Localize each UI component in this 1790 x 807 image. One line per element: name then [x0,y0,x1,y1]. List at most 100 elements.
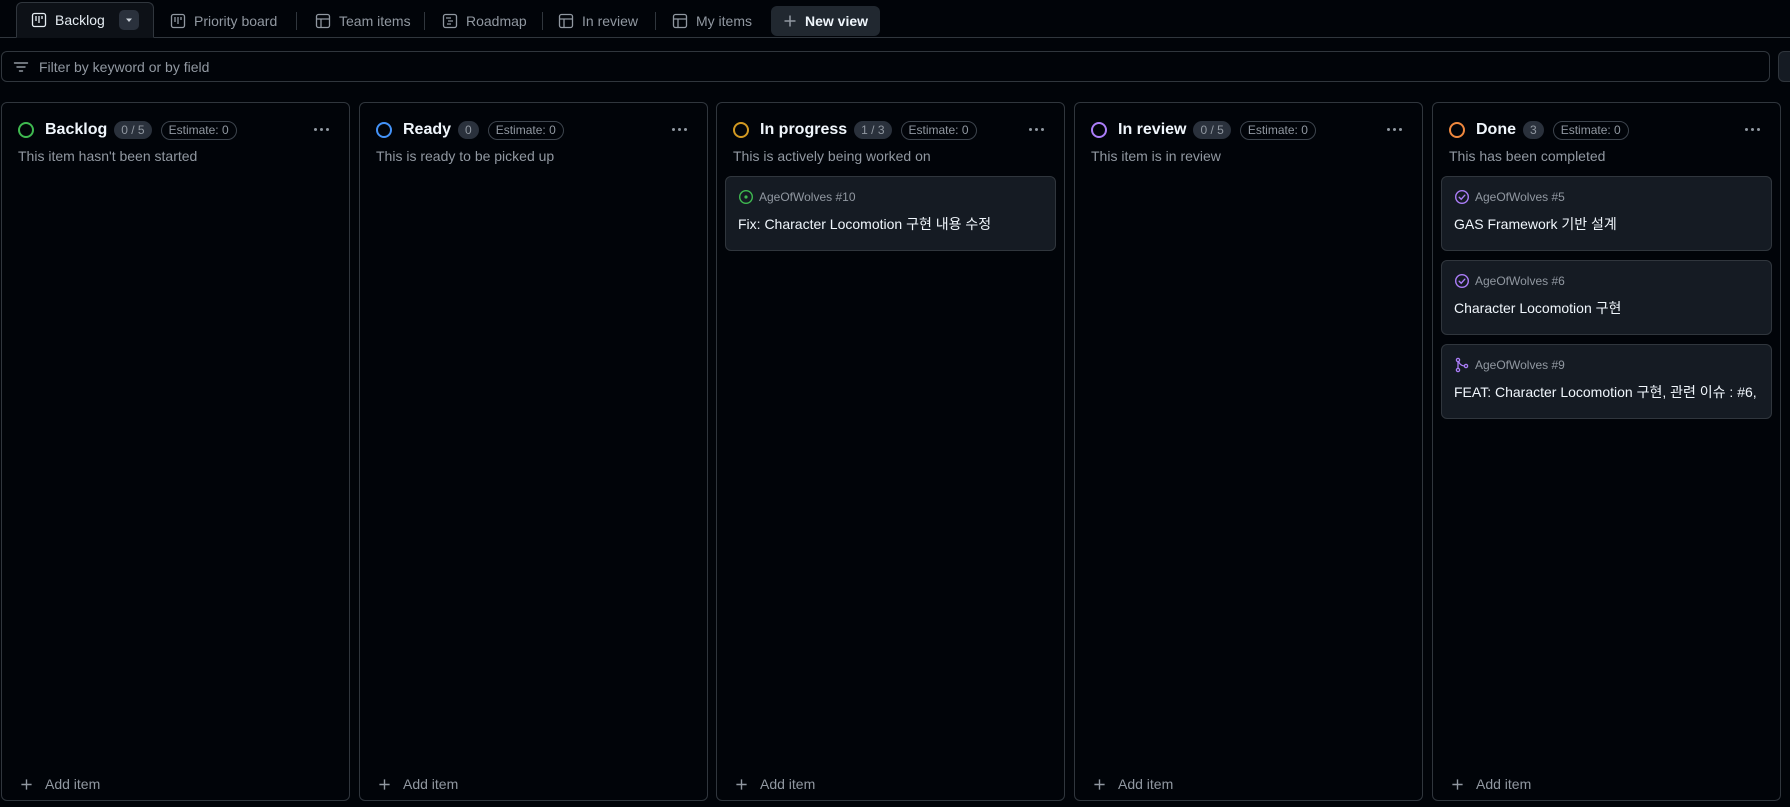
estimate-badge: Estimate: 0 [487,120,564,140]
filter-input[interactable]: Filter by keyword or by field [1,51,1770,82]
add-item-button[interactable]: Add item [378,776,458,792]
card-meta: AgeOfWolves #5 [1454,189,1565,205]
plus-icon [1094,778,1105,790]
column-header: Backlog 0 / 5 Estimate: 0 [18,117,335,143]
add-item-button[interactable]: Add item [735,776,815,792]
card-meta: AgeOfWolves #9 [1454,357,1565,373]
view-tab-bar: Backlog Priority board Team items Roadma… [0,0,1790,38]
plus-icon [1452,778,1463,790]
card-repo-ref[interactable]: AgeOfWolves #9 [1475,358,1565,372]
card-title[interactable]: Character Locomotion 구현 [1454,298,1761,318]
status-circle-icon [1449,122,1465,138]
add-item-label: Add item [1118,776,1174,792]
tab-backlog[interactable]: Backlog [16,2,154,38]
estimate-badge: Estimate: 0 [1239,120,1316,140]
add-item-button[interactable]: Add item [1093,776,1173,792]
tab-divider [542,12,543,30]
filter-placeholder: Filter by keyword or by field [39,58,210,75]
tab-my-items[interactable]: My items [660,5,764,37]
tab-roadmap[interactable]: Roadmap [430,5,539,37]
column-description: This item hasn't been started [18,148,198,164]
card-meta: AgeOfWolves #6 [1454,273,1565,289]
card-repo-ref[interactable]: AgeOfWolves #5 [1475,190,1565,204]
column-header: Done 3 Estimate: 0 [1449,117,1766,143]
column-description: This item is in review [1091,148,1221,164]
table-icon [558,13,574,29]
caret-down-icon [125,18,132,22]
column-title: In review [1118,121,1187,138]
column-in-progress: In progress 1 / 3 Estimate: 0 This is ac… [716,102,1065,801]
status-circle-icon [733,122,749,138]
plus-icon [736,778,747,790]
column-menu-button[interactable] [665,117,693,141]
add-item-label: Add item [760,776,816,792]
plus-icon [784,15,796,27]
closed-issue-icon [1454,273,1470,289]
card-meta: AgeOfWolves #10 [738,189,856,205]
estimate-badge: Estimate: 0 [900,120,977,140]
column-header: Ready 0 Estimate: 0 [376,117,693,143]
plus-icon [21,778,32,790]
tab-options-button[interactable] [118,10,139,30]
tab-label: My items [696,13,752,29]
board-icon [31,12,47,28]
card-title[interactable]: Fix: Character Locomotion 구현 내용 수정 [738,214,1045,234]
roadmap-icon [442,13,458,29]
column-ready: Ready 0 Estimate: 0 This is ready to be … [359,102,708,801]
item-count-badge: 0 / 5 [114,121,152,139]
column-menu-button[interactable] [307,117,335,141]
column-title: Ready [403,121,452,138]
board-icon [170,13,186,29]
column-description: This is actively being worked on [733,148,931,164]
closed-issue-icon [1454,189,1470,205]
card-title[interactable]: FEAT: Character Locomotion 구현, 관련 이슈 : #… [1454,382,1761,402]
column-done: Done 3 Estimate: 0 This has been complet… [1432,102,1781,801]
table-icon [672,13,688,29]
new-view-button[interactable]: New view [771,6,881,36]
table-icon [315,13,331,29]
merged-pr-icon [1455,357,1469,373]
status-circle-icon [1091,122,1107,138]
issue-card[interactable]: AgeOfWolves #10 Fix: Character Locomotio… [725,176,1056,251]
column-in-review: In review 0 / 5 Estimate: 0 This item is… [1074,102,1423,801]
card-title[interactable]: GAS Framework 기반 설계 [1454,214,1761,234]
tab-label: Roadmap [466,13,527,29]
column-menu-button[interactable] [1022,117,1050,141]
item-count-badge: 3 [1523,121,1544,139]
tab-priority-board[interactable]: Priority board [158,5,289,37]
issue-card[interactable]: AgeOfWolves #6 Character Locomotion 구현 [1441,260,1772,335]
tab-divider [424,12,425,30]
column-description: This has been completed [1449,148,1606,164]
estimate-badge: Estimate: 0 [160,120,237,140]
tab-team-items[interactable]: Team items [303,5,423,37]
estimate-badge: Estimate: 0 [1552,120,1629,140]
status-circle-icon [18,122,34,138]
new-view-label: New view [805,13,869,29]
column-description: This is ready to be picked up [376,148,555,164]
tab-label: Backlog [55,12,105,28]
add-item-label: Add item [403,776,459,792]
tab-label: In review [582,13,639,29]
tab-divider [296,12,297,30]
open-issue-icon [738,189,754,205]
column-backlog: Backlog 0 / 5 Estimate: 0 This item hasn… [1,102,350,801]
add-item-button[interactable]: Add item [20,776,100,792]
filter-options-button[interactable] [1778,51,1790,82]
tab-label: Team items [339,13,411,29]
add-item-label: Add item [45,776,101,792]
add-item-label: Add item [1476,776,1532,792]
card-repo-ref[interactable]: AgeOfWolves #6 [1475,274,1565,288]
column-header: In review 0 / 5 Estimate: 0 [1091,117,1408,143]
issue-card[interactable]: AgeOfWolves #5 GAS Framework 기반 설계 [1441,176,1772,251]
pull-request-card[interactable]: AgeOfWolves #9 FEAT: Character Locomotio… [1441,344,1772,419]
add-item-button[interactable]: Add item [1451,776,1531,792]
column-menu-button[interactable] [1380,117,1408,141]
tab-divider [655,12,656,30]
item-count-badge: 0 / 5 [1193,121,1231,139]
item-count-badge: 0 [458,121,479,139]
status-circle-icon [376,122,392,138]
card-repo-ref[interactable]: AgeOfWolves #10 [759,190,856,204]
column-title: Backlog [45,121,108,138]
tab-in-review[interactable]: In review [546,5,650,37]
column-menu-button[interactable] [1738,117,1766,141]
